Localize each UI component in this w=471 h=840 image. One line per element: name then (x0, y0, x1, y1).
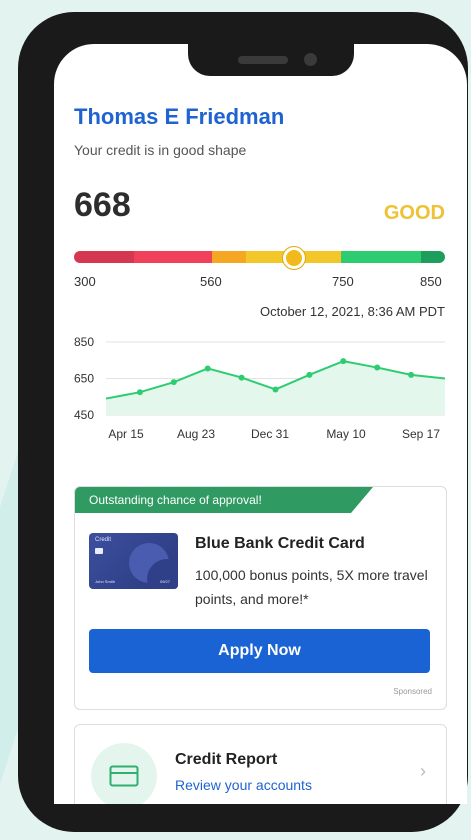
credit-report-icon-badge (91, 743, 157, 804)
offer-description: 100,000 bonus points, 5X more travel poi… (195, 567, 428, 607)
sponsored-label: Sponsored (393, 687, 432, 696)
phone-screen: Thomas E Friedman Your credit is in good… (54, 44, 467, 804)
speaker-grille (238, 56, 288, 64)
chart-data-point (408, 371, 415, 378)
gauge-segment-fair (134, 251, 212, 263)
score-marker (283, 247, 305, 269)
chart-x-tick-label: Apr 15 (108, 427, 144, 441)
score-history-chart: 850 650 450 Apr 15 Aug 23 Dec 31 May 10 Sep 17 (74, 335, 446, 441)
chart-y-tick-label: 450 (74, 408, 94, 422)
chart-data-point (136, 389, 143, 396)
camera-icon (304, 53, 317, 66)
chart-x-tick-label: May 10 (326, 427, 366, 441)
chart-x-tick-label: Sep 17 (402, 427, 440, 441)
credit-report-title: Credit Report (175, 751, 278, 768)
chart-x-tick-label: Dec 31 (251, 427, 289, 441)
credit-status-text: Your credit is in good shape (74, 142, 247, 158)
chart-data-point (374, 364, 381, 371)
offer-title: Blue Bank Credit Card (195, 535, 365, 552)
scale-label-560: 560 (200, 274, 222, 289)
offer-card[interactable]: Outstanding chance of approval! Credit J… (74, 486, 447, 710)
credit-card-icon (109, 765, 139, 787)
scale-label-750: 750 (332, 274, 354, 289)
chart-data-point (272, 386, 279, 393)
scale-label-300: 300 (74, 274, 96, 289)
score-timestamp: October 12, 2021, 8:36 AM PDT (260, 304, 445, 319)
chart-data-point (340, 358, 347, 365)
phone-frame: Thomas E Friedman Your credit is in good… (18, 12, 468, 832)
score-gauge (74, 251, 445, 263)
gauge-segment-below-avg (212, 251, 246, 263)
gauge-segment-very-good (341, 251, 421, 263)
gauge-segment-excellent (421, 251, 445, 263)
chart-y-tick-label: 650 (74, 372, 94, 386)
credit-card-image: Credit John Smith 09/27 (89, 533, 178, 589)
chart-x-tick-label: Aug 23 (177, 427, 215, 441)
chart-data-point (238, 374, 245, 381)
chevron-right-icon[interactable]: › (420, 761, 426, 782)
chart-y-tick-label: 850 (74, 335, 94, 349)
apply-now-button[interactable]: Apply Now (89, 629, 430, 673)
chart-data-point (306, 371, 313, 378)
review-accounts-link[interactable]: Review your accounts (175, 777, 312, 793)
card-holder-text: John Smith (95, 579, 116, 584)
card-brand-text: Credit (95, 537, 112, 543)
card-expiry-text: 09/27 (159, 579, 170, 584)
gauge-segment-poor (74, 251, 134, 263)
card-chip-icon (95, 548, 103, 554)
credit-score: 668 (74, 186, 131, 224)
approval-banner: Outstanding chance of approval! (75, 487, 373, 513)
chart-data-point (170, 379, 177, 386)
scale-label-850: 850 (420, 274, 442, 289)
user-name: Thomas E Friedman (74, 104, 285, 129)
credit-report-card[interactable]: Credit Report Review your accounts › (74, 724, 447, 804)
chart-data-point (204, 365, 211, 372)
credit-rating: GOOD (383, 202, 445, 224)
phone-notch (188, 44, 354, 76)
